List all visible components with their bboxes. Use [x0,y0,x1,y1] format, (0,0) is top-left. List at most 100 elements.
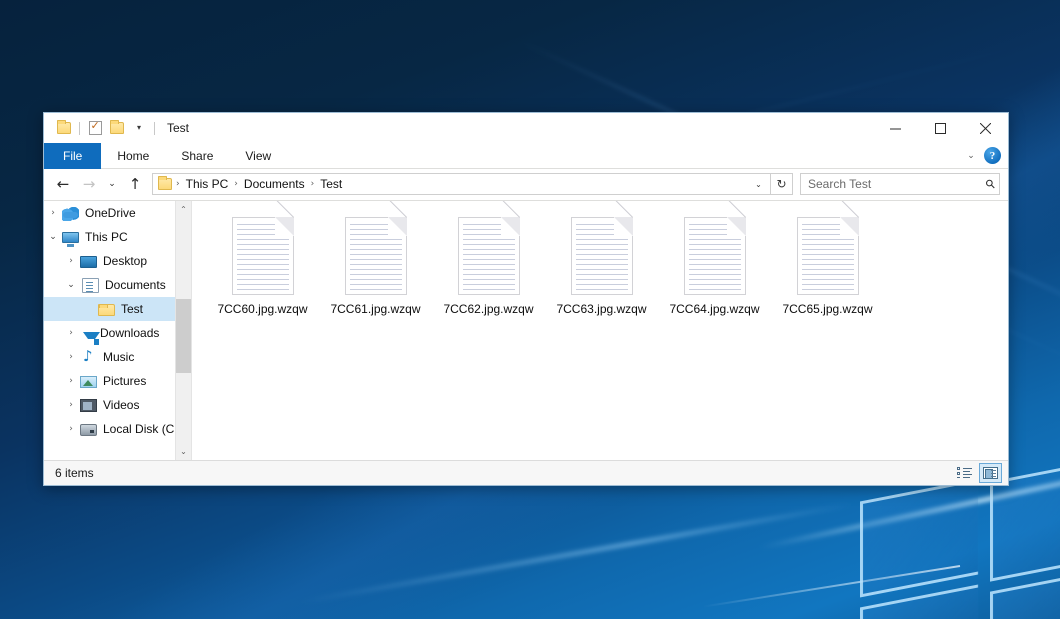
folder-icon[interactable] [53,117,75,139]
file-name-label: 7CC63.jpg.wzqw [556,302,646,316]
tab-file[interactable]: File [44,143,101,169]
close-button[interactable] [963,113,1008,143]
file-item[interactable]: 7CC64.jpg.wzqw [658,213,771,322]
view-toggle-group [953,463,1002,483]
chevron-right-icon[interactable]: › [62,424,80,434]
breadcrumb-separator: › [232,179,240,189]
file-item[interactable]: 7CC65.jpg.wzqw [771,213,884,322]
help-icon[interactable]: ? [984,147,1001,164]
breadcrumb-separator: › [309,179,317,189]
chevron-down-icon[interactable]: ⌄ [960,145,982,167]
sidebar-item-label: OneDrive [85,206,136,220]
navigation-tree: › OneDrive ⌄ This PC › Desktop ⌄ Documents Test ›… [44,201,191,441]
file-item[interactable]: 7CC61.jpg.wzqw [319,213,432,322]
search-input[interactable]: Search Test [808,177,986,191]
sidebar-item-label: This PC [85,230,128,244]
chevron-right-icon[interactable]: › [62,376,80,386]
sidebar-item-this-pc[interactable]: ⌄ This PC [44,225,191,249]
refresh-button[interactable]: ↻ [771,173,793,195]
wallpaper-light-ray [300,503,852,604]
breadcrumb-end: ⌄ [750,174,767,194]
chevron-down-icon[interactable]: ⌄ [62,280,80,290]
chevron-down-icon[interactable]: ⌄ [44,232,62,242]
sidebar-item-label: Desktop [103,254,147,268]
music-icon [80,349,97,365]
generic-document-icon [571,217,633,295]
file-name-label: 7CC65.jpg.wzqw [782,302,872,316]
up-button[interactable]: ↑ [122,172,148,196]
large-icons-view-button[interactable] [979,463,1002,483]
sidebar-item-label: Downloads [100,326,159,340]
file-name-label: 7CC60.jpg.wzqw [217,302,307,316]
down-icon [83,332,100,339]
generic-document-icon [684,217,746,295]
scroll-down-icon[interactable]: ⌄ [176,443,192,460]
sidebar-item-downloads[interactable]: › Downloads [44,321,191,345]
ribbon-right-controls: ⌄ ? [960,143,1008,168]
toolbar-divider [79,122,80,135]
forward-button: → [76,172,102,196]
sidebar-item-label: Local Disk (C:) [103,422,182,436]
chevron-right-icon[interactable]: › [44,208,62,218]
tab-home[interactable]: Home [101,143,165,169]
window-controls [873,113,1008,143]
status-bar: 6 items [44,460,1008,485]
chevron-right-icon[interactable]: › [62,328,80,338]
tab-view[interactable]: View [229,143,287,169]
sidebar-item-local-disk-c[interactable]: › Local Disk (C:) [44,417,191,441]
chevron-right-icon[interactable]: › [62,256,80,266]
breadcrumb-separator: › [174,179,182,189]
properties-checkbox-icon[interactable] [84,117,106,139]
sidebar-item-pictures[interactable]: ›Pictures [44,369,191,393]
chevron-right-icon[interactable]: › [62,400,80,410]
minimize-button[interactable] [873,113,918,143]
file-list-pane[interactable]: 7CC60.jpg.wzqw 7CC61.jpg.wzqw7CC62.jpg.wz… [192,201,1008,460]
chevron-down-icon[interactable]: ⌄ [750,174,767,194]
details-view-button[interactable] [953,463,976,483]
sidebar-item-test[interactable]: Test [44,297,191,321]
breadcrumb[interactable]: › This PC › Documents › Test ⌄ [152,173,771,195]
customize-quick-access-caret[interactable]: ▾ [128,117,150,139]
scrollbar-thumb[interactable] [176,299,192,373]
generic-document-icon [458,217,520,295]
generic-document-icon [345,217,407,295]
generic-document-icon [797,217,859,295]
breadcrumb-item-test[interactable]: Test [316,175,346,193]
disk-icon [80,424,97,436]
sidebar-item-label: Documents [105,278,166,292]
onedrive-icon [62,205,79,221]
file-item[interactable]: 7CC60.jpg.wzqw [206,213,319,322]
file-item[interactable]: 7CC62.jpg.wzqw [432,213,545,322]
sidebar-item-label: Test [121,302,143,316]
scrollbar-track[interactable] [176,218,192,443]
search-box[interactable]: Search Test ⚲ [800,173,1000,195]
scroll-up-icon[interactable]: ⌃ [176,201,192,218]
new-folder-icon[interactable] [106,117,128,139]
file-explorer-window: ▾ Test File Home Share View ⌄ ? ← [43,112,1009,486]
sidebar-item-documents[interactable]: ⌄ Documents [44,273,191,297]
ribbon-tab-bar: File Home Share View ⌄ ? [44,143,1008,169]
chevron-right-icon[interactable]: › [62,352,80,362]
address-bar-row: ← → ⌄ ↑ › This PC › Documents › Test ⌄ ↻… [44,169,1008,200]
details-view-icon [957,467,972,479]
back-button[interactable]: ← [50,172,76,196]
desktop-icon [80,256,97,268]
title-bar: ▾ Test [44,113,1008,143]
file-name-label: 7CC64.jpg.wzqw [669,302,759,316]
sidebar-item-music[interactable]: ›Music [44,345,191,369]
navigation-scrollbar[interactable]: ⌃ ⌄ [175,201,191,460]
sidebar-item-desktop[interactable]: › Desktop [44,249,191,273]
tab-share[interactable]: Share [165,143,229,169]
file-grid: 7CC60.jpg.wzqw 7CC61.jpg.wzqw7CC62.jpg.wz… [206,213,1008,322]
windows-logo-pane [860,479,978,598]
toolbar-divider [154,122,155,135]
maximize-button[interactable] [918,113,963,143]
large-icons-view-icon [983,467,998,479]
breadcrumb-item-documents[interactable]: Documents [240,175,309,193]
folder-icon [98,304,115,316]
recent-locations-button[interactable]: ⌄ [102,172,122,196]
breadcrumb-item-this-pc[interactable]: This PC [182,175,233,193]
file-item[interactable]: 7CC63.jpg.wzqw [545,213,658,322]
sidebar-item-onedrive[interactable]: › OneDrive [44,201,191,225]
sidebar-item-videos[interactable]: ›Videos [44,393,191,417]
